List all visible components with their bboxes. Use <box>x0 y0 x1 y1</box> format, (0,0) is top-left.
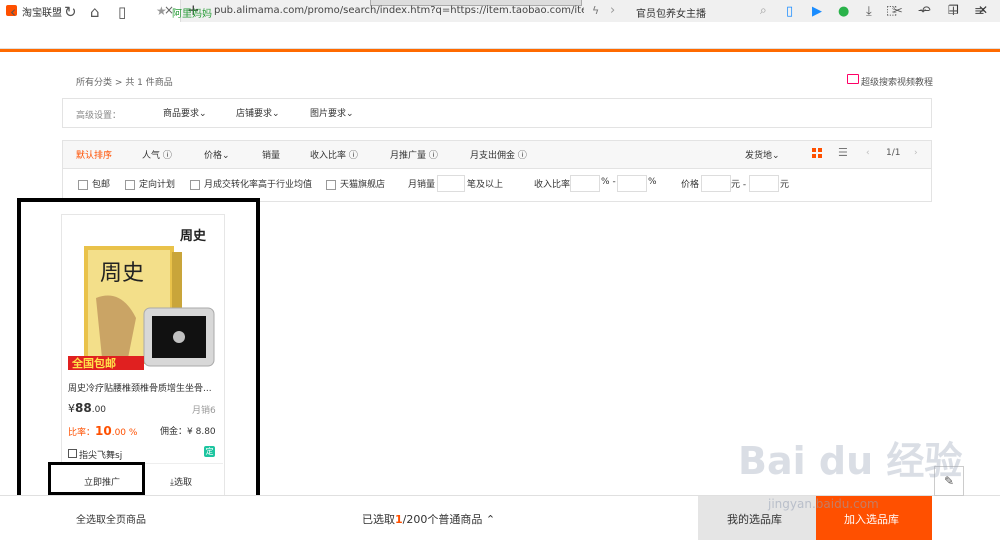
conversion-rate-checkbox[interactable]: 月成交转化率高于行业均值 <box>190 177 312 190</box>
breadcrumb: 所有分类 > 共 1 件商品 <box>76 75 173 88</box>
grid-view-icon[interactable] <box>812 148 822 158</box>
scissors-icon[interactable]: ✂ <box>892 4 903 19</box>
play-icon[interactable]: ▶ <box>812 4 822 19</box>
ratio-min-input[interactable] <box>570 175 600 192</box>
phone-icon[interactable]: ▯ <box>786 4 793 19</box>
back-button[interactable]: ‹ <box>10 3 16 21</box>
monthly-sales-input[interactable] <box>437 175 465 192</box>
list-view-icon[interactable]: ☰ <box>838 146 848 159</box>
forward-button[interactable]: › <box>38 3 44 21</box>
ratio-max-percent: % <box>648 177 657 187</box>
sort-popularity[interactable]: 人气 ⓘ <box>142 148 172 161</box>
select-all-page-button[interactable]: 全选取全页商品 <box>76 511 146 526</box>
highlight-annotation-box <box>17 198 260 506</box>
chat-icon[interactable]: ● <box>838 4 849 19</box>
page-indicator: 1/1 <box>886 148 901 158</box>
product-requirements-dropdown[interactable]: 商品要求⌄ <box>163 106 207 119</box>
my-library-label[interactable]: 我的选品库 <box>727 511 782 527</box>
baidu-watermark: Bai du 经验 <box>738 439 963 483</box>
prev-page-icon[interactable]: ‹ <box>866 148 870 158</box>
advanced-label: 高级设置： <box>76 111 122 121</box>
download-icon[interactable]: ⤓ <box>866 4 872 19</box>
sort-default[interactable]: 默认排序 <box>76 148 112 161</box>
ratio-max-input[interactable] <box>617 175 647 192</box>
address-toolbar <box>0 22 1000 49</box>
price-max-input[interactable] <box>749 175 779 192</box>
sort-income-ratio[interactable]: 收入比率 ⓘ <box>310 148 358 161</box>
ratio-min-percent: % - <box>601 177 616 187</box>
targeted-plan-checkbox[interactable]: 定向计划 <box>125 177 175 190</box>
breadcrumb-all[interactable]: 所有分类 <box>76 78 112 88</box>
search-icon[interactable]: ⌕ <box>760 3 767 18</box>
next-page-icon[interactable]: › <box>914 148 918 158</box>
tmall-flagship-checkbox[interactable]: 天猫旗舰店 <box>326 177 385 190</box>
sort-monthly-promotion[interactable]: 月推广量 ⓘ <box>390 148 438 161</box>
search-input[interactable]: 官员包养女主播 <box>636 5 706 20</box>
video-icon <box>847 74 859 84</box>
url-text[interactable]: pub.alimama.com/promo/search/index.htm?q… <box>214 5 584 16</box>
sort-monthly-commission[interactable]: 月支出佣金 ⓘ <box>470 148 527 161</box>
chevron-right-icon: › <box>610 3 616 18</box>
plus-icon[interactable]: + <box>948 4 959 19</box>
baidu-watermark-url: jingyan.baidu.com <box>768 497 879 511</box>
header-accent-line <box>0 49 1000 52</box>
free-shipping-checkbox[interactable]: 包邮 <box>78 177 110 190</box>
shop-requirements-dropdown[interactable]: 店铺要求⌄ <box>236 106 280 119</box>
reload-button[interactable]: ↻ <box>64 3 77 21</box>
breadcrumb-sep: > <box>114 78 123 88</box>
lightning-icon[interactable]: ϟ <box>592 4 599 17</box>
monthly-sales-suffix: 笔及以上 <box>467 180 504 190</box>
price-min-input[interactable] <box>701 175 731 192</box>
sort-price[interactable]: 价格⌄ <box>204 148 230 161</box>
monthly-sales-label: 月销量 <box>408 180 436 190</box>
price-max-unit: 元 <box>780 180 790 190</box>
income-ratio-label: 收入比率 <box>534 180 571 190</box>
ship-from-dropdown[interactable]: 发货地⌄ <box>745 148 780 161</box>
result-count: 共 1 件商品 <box>125 78 173 88</box>
bookmark-star-icon[interactable]: ★ <box>156 4 167 18</box>
video-tutorial-link[interactable]: 超级搜索视频教程 <box>861 75 933 88</box>
site-identity: 阿里妈妈 <box>172 9 212 20</box>
menu-icon[interactable]: ≡ <box>974 4 985 19</box>
home-button[interactable]: ⌂ <box>90 3 100 21</box>
price-label: 价格 <box>681 180 700 190</box>
price-min-unit: 元 - <box>731 180 747 190</box>
undo-icon[interactable]: ↶ <box>920 4 931 19</box>
sort-sales[interactable]: 销量 <box>262 148 280 161</box>
image-requirements-dropdown[interactable]: 图片要求⌄ <box>310 106 354 119</box>
reader-mode-icon[interactable]: ▯ <box>118 3 126 21</box>
add-to-library-label[interactable]: 加入选品库 <box>844 511 899 527</box>
selected-count[interactable]: 已选取1/200个普通商品 ⌃ <box>362 511 495 527</box>
